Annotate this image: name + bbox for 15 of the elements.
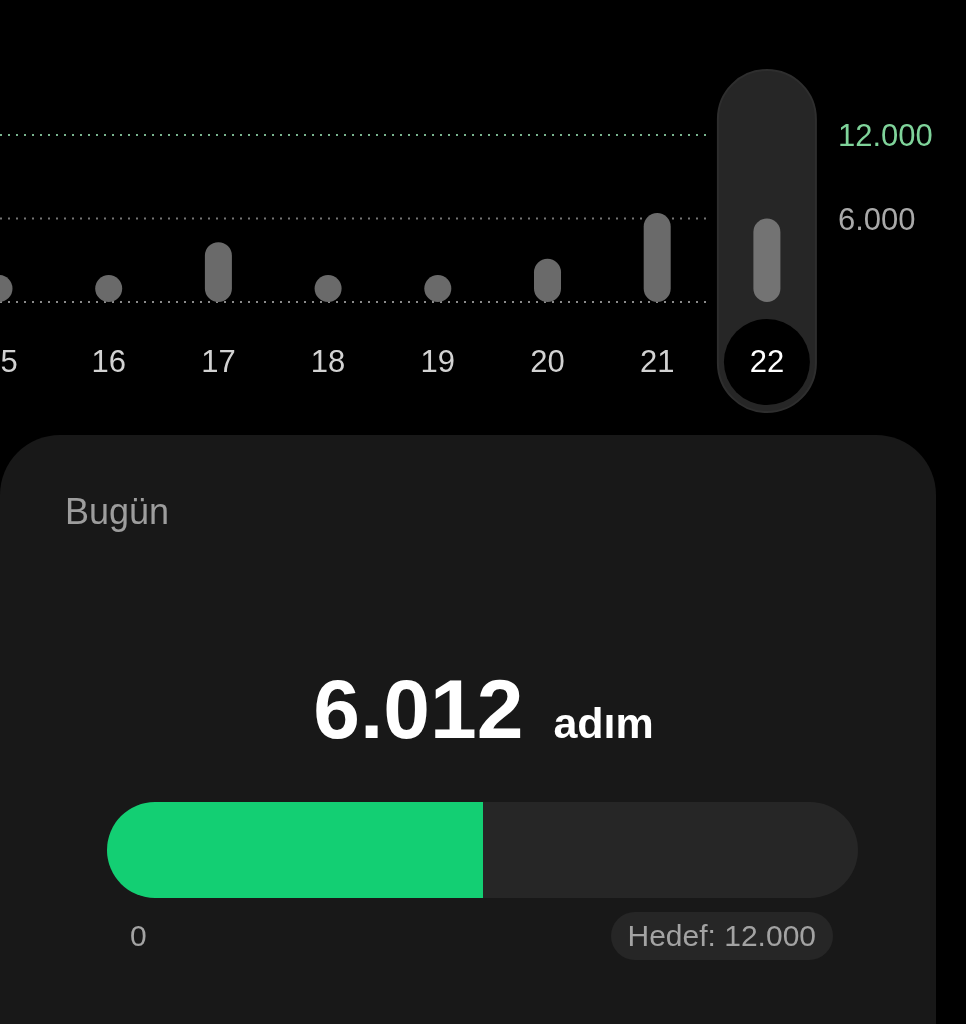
y-axis-label: 12.000 [838,118,933,153]
day-label: 5 [0,344,18,379]
step-unit: adım [553,698,654,748]
card-title: Bugün [65,490,170,533]
day-label: 17 [201,344,236,379]
day-label: 22 [749,344,785,379]
step-count: 6.012 [313,667,524,751]
day-label: 18 [310,344,346,379]
day-label: 20 [530,344,565,379]
day-label: 16 [91,344,126,379]
y-axis-label: 6.000 [838,201,916,237]
goal-badge: Hedef: 12.000 [610,912,833,960]
day-label: 21 [639,344,675,379]
progress-start-label: 0 [130,918,147,954]
day-label: 19 [420,344,456,379]
